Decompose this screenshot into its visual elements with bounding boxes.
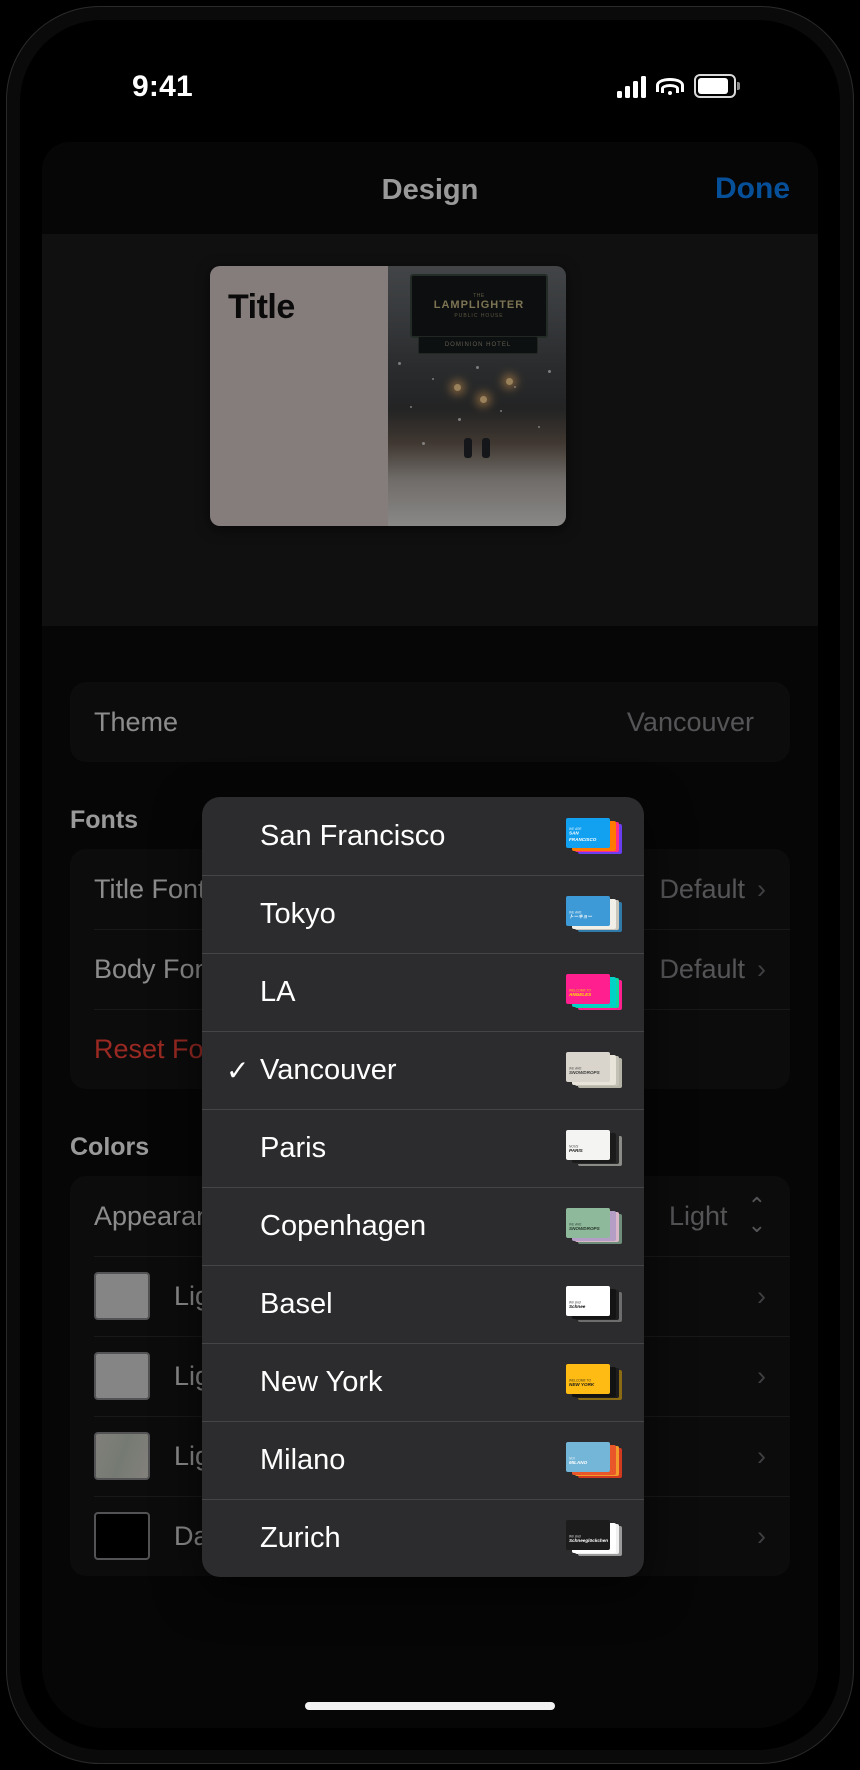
battery-icon — [694, 74, 740, 98]
status-bar-indicators — [617, 74, 740, 98]
theme-thumbnail: NOI MILANO — [566, 1442, 622, 1478]
theme-thumbnail: WE ARE SNOWDROPS — [566, 1208, 622, 1244]
menu-item-zurich[interactable]: Zurich Wir sind Schneeglöckchen — [202, 1499, 644, 1577]
status-bar: 9:41 — [42, 42, 818, 128]
cellular-signal-icon — [617, 76, 646, 98]
menu-item-label: Zurich — [260, 1521, 341, 1554]
theme-thumbnail: WELCOME TO ANGELES — [566, 974, 622, 1010]
theme-thumbnail: WELCOME TO NEW YORK — [566, 1364, 622, 1400]
menu-item-la[interactable]: LA WELCOME TO ANGELES — [202, 953, 644, 1031]
theme-thumbnail: NOUS PARIS — [566, 1130, 622, 1166]
menu-item-paris[interactable]: Paris NOUS PARIS — [202, 1109, 644, 1187]
status-bar-time: 9:41 — [132, 70, 193, 103]
menu-item-label: Paris — [260, 1131, 327, 1164]
menu-item-tokyo[interactable]: Tokyo WE ARE トーキョー — [202, 875, 644, 953]
menu-item-label: Basel — [260, 1287, 333, 1320]
theme-thumbnail: WE ARE SAN FRANCISCO — [566, 818, 622, 854]
menu-item-vancouver[interactable]: ✓ Vancouver WE ARE SNOWDROPS — [202, 1031, 644, 1109]
menu-item-label: Milano — [260, 1443, 346, 1476]
menu-item-label: Tokyo — [260, 897, 336, 930]
checkmark-icon: ✓ — [226, 1054, 250, 1086]
wifi-icon — [656, 76, 684, 98]
iphone-device-frame: 9:41 Design Done Title THE LAMPLIGHTER P… — [6, 6, 854, 1764]
device-screen: 9:41 Design Done Title THE LAMPLIGHTER P… — [42, 42, 818, 1728]
theme-thumbnail: WE ARE トーキョー — [566, 896, 622, 932]
theme-picker-menu: San Francisco WE ARE SAN FRANCISCO Tokyo WE … — [202, 797, 644, 1577]
design-sheet: Design Done Title THE LAMPLIGHTER PUBLIC… — [42, 142, 818, 1728]
menu-item-copenhagen[interactable]: Copenhagen WE ARE SNOWDROPS — [202, 1187, 644, 1265]
menu-item-label: Vancouver — [260, 1053, 397, 1086]
theme-thumbnail: WE ARE SNOWDROPS — [566, 1052, 622, 1088]
menu-item-new-york[interactable]: New York WELCOME TO NEW YORK — [202, 1343, 644, 1421]
theme-thumbnail: Wir sind Schnee — [566, 1286, 622, 1322]
menu-item-label: Copenhagen — [260, 1209, 427, 1242]
menu-item-label: LA — [260, 975, 296, 1008]
menu-item-label: San Francisco — [260, 819, 446, 852]
home-indicator — [305, 1702, 555, 1710]
theme-thumbnail: Wir sind Schneeglöckchen — [566, 1520, 622, 1556]
menu-item-label: New York — [260, 1365, 383, 1398]
menu-item-san-francisco[interactable]: San Francisco WE ARE SAN FRANCISCO — [202, 797, 644, 875]
menu-item-milano[interactable]: Milano NOI MILANO — [202, 1421, 644, 1499]
menu-item-basel[interactable]: Basel Wir sind Schnee — [202, 1265, 644, 1343]
